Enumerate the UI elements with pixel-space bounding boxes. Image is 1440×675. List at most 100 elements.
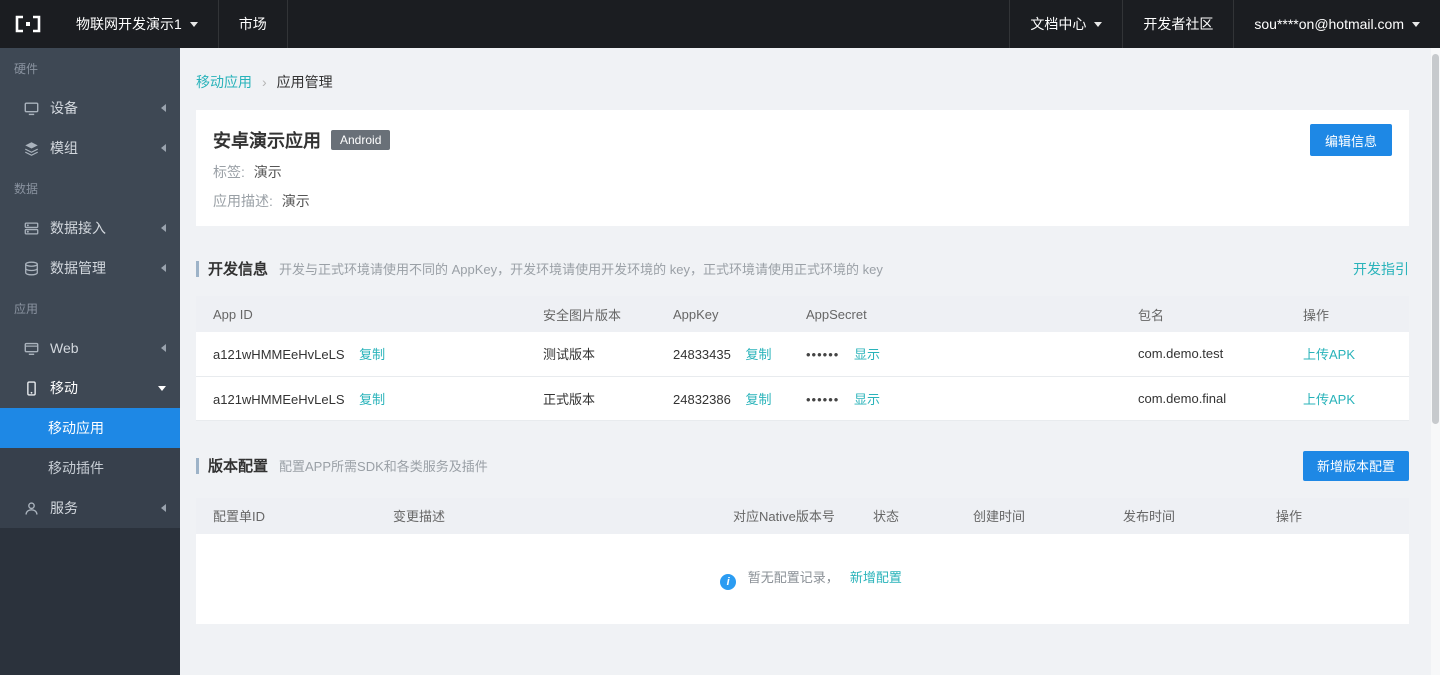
section-accent-bar xyxy=(196,457,199,474)
version-config-header: 版本配置 配置APP所需SDK和各类服务及插件 新增版本配置 xyxy=(196,450,1409,481)
web-monitor-icon xyxy=(24,341,39,356)
sidebar-item-web[interactable]: Web xyxy=(0,328,180,368)
col-status: 状态 xyxy=(856,497,956,534)
table-row: a121wHMMEeHvLeLS 复制 正式版本 24832386 复制 •••… xyxy=(196,376,1409,421)
sidebar-section-app: 应用 xyxy=(14,301,39,316)
security-version-value: 正式版本 xyxy=(543,391,596,407)
product-switcher[interactable]: 物联网开发演示1 xyxy=(56,0,219,48)
appsecret-masked: •••••• xyxy=(806,347,840,363)
main-content: 移动应用 › 应用管理 安卓演示应用 Android 标签: 演示 应用描述: … xyxy=(180,48,1440,675)
copy-appkey-link[interactable]: 复制 xyxy=(745,392,771,407)
sidebar-item-data-access[interactable]: 数据接入 xyxy=(0,208,180,248)
product-name: 物联网开发演示1 xyxy=(76,16,182,32)
sidebar-item-label: 模组 xyxy=(50,140,78,156)
caret-down-icon xyxy=(1412,21,1420,27)
section-accent-bar xyxy=(196,260,199,277)
sidebar-subitem-mobile-plugin[interactable]: 移动插件 xyxy=(0,448,180,488)
doc-center-label: 文档中心 xyxy=(1030,16,1087,32)
phone-icon xyxy=(24,380,39,396)
table-header-row: 配置单ID 变更描述 对应Native版本号 状态 创建时间 发布时间 操作 xyxy=(196,497,1409,534)
copy-appkey-link[interactable]: 复制 xyxy=(745,347,771,362)
show-appsecret-link[interactable]: 显示 xyxy=(854,392,880,407)
topbar: 物联网开发演示1 市场 文档中心 开发者社区 sou****on@hotmail… xyxy=(0,0,1440,48)
add-version-config-button[interactable]: 新增版本配置 xyxy=(1303,450,1409,481)
sidebar-item-service[interactable]: 服务 xyxy=(0,488,180,528)
tag-label: 标签: xyxy=(213,164,245,180)
package-name: com.demo.final xyxy=(1138,390,1227,406)
table-row: a121wHMMEeHvLeLS 复制 测试版本 24833435 复制 •••… xyxy=(196,332,1409,377)
sidebar-filler xyxy=(0,528,180,675)
nav-doc-center[interactable]: 文档中心 xyxy=(1009,0,1122,48)
breadcrumb-separator: › xyxy=(262,74,267,90)
sidebar-item-device[interactable]: 设备 xyxy=(0,88,180,128)
edit-info-button[interactable]: 编辑信息 xyxy=(1310,124,1392,156)
security-version-value: 测试版本 xyxy=(543,347,596,363)
chevron-left-icon xyxy=(161,104,166,112)
version-config-table: 配置单ID 变更描述 对应Native版本号 状态 创建时间 发布时间 操作 i… xyxy=(196,497,1409,624)
database-icon xyxy=(24,261,39,276)
appsecret-masked: •••••• xyxy=(806,391,840,407)
chevron-left-icon xyxy=(161,144,166,152)
dev-guide-link[interactable]: 开发指引 xyxy=(1353,259,1409,279)
upload-apk-link[interactable]: 上传APK xyxy=(1303,347,1355,362)
platform-badge: Android xyxy=(331,130,391,150)
copy-app-id-link[interactable]: 复制 xyxy=(359,392,385,407)
chevron-left-icon xyxy=(161,224,166,232)
chevron-left-icon xyxy=(161,344,166,352)
copy-app-id-link[interactable]: 复制 xyxy=(359,347,385,362)
monitor-icon xyxy=(24,101,39,116)
upload-apk-link[interactable]: 上传APK xyxy=(1303,392,1355,407)
logo-icon xyxy=(15,15,41,33)
sidebar-item-label: 数据管理 xyxy=(50,260,106,276)
col-app-id: App ID xyxy=(196,296,526,332)
desc-label: 应用描述: xyxy=(213,193,273,209)
col-appsecret: AppSecret xyxy=(789,296,1121,332)
app-id-value: a121wHMMEeHvLeLS xyxy=(213,391,345,407)
sidebar-section-data: 数据 xyxy=(14,181,39,196)
col-native-version: 对应Native版本号 xyxy=(716,497,856,534)
user-icon xyxy=(24,501,39,516)
sidebar-item-label: 设备 xyxy=(50,100,78,116)
caret-down-icon xyxy=(189,21,198,27)
chevron-down-icon xyxy=(158,385,166,391)
desc-value: 演示 xyxy=(281,193,310,209)
breadcrumb-current: 应用管理 xyxy=(276,74,333,90)
platform-logo-icon[interactable] xyxy=(0,0,56,48)
col-package: 包名 xyxy=(1121,296,1286,332)
app-title: 安卓演示应用 xyxy=(213,131,321,151)
tag-value: 演示 xyxy=(253,164,282,180)
sidebar-item-mobile[interactable]: 移动 xyxy=(0,368,180,408)
breadcrumb-link-mobile-app[interactable]: 移动应用 xyxy=(196,72,252,92)
add-config-link[interactable]: 新增配置 xyxy=(850,570,902,585)
app-id-value: a121wHMMEeHvLeLS xyxy=(213,347,345,363)
show-appsecret-link[interactable]: 显示 xyxy=(854,347,880,362)
sidebar-subitem-mobile-app[interactable]: 移动应用 xyxy=(0,408,180,448)
chevron-left-icon xyxy=(161,504,166,512)
table-header-row: App ID 安全图片版本 AppKey AppSecret 包名 操作 xyxy=(196,296,1409,332)
col-security-version: 安全图片版本 xyxy=(526,296,656,332)
info-icon: i xyxy=(720,574,737,590)
col-created-time: 创建时间 xyxy=(956,497,1106,534)
chevron-left-icon xyxy=(161,264,166,272)
sidebar-item-label: 服务 xyxy=(50,500,78,516)
version-config-title: 版本配置 xyxy=(208,458,269,475)
empty-state-text: 暂无配置记录， xyxy=(747,570,839,585)
account-email: sou****on@hotmail.com xyxy=(1254,16,1404,32)
nav-developer-community[interactable]: 开发者社区 xyxy=(1122,0,1233,48)
sidebar-item-data-manage[interactable]: 数据管理 xyxy=(0,248,180,288)
nav-market[interactable]: 市场 xyxy=(219,0,288,48)
appkey-value: 24833435 xyxy=(673,347,731,363)
layers-icon xyxy=(24,141,39,156)
sidebar: 硬件 设备 模组 数据 数据接入 数据管理 应用 Web 移动 移动应用 移动插… xyxy=(0,48,180,675)
scrollbar-thumb[interactable] xyxy=(1432,54,1439,424)
account-menu[interactable]: sou****on@hotmail.com xyxy=(1233,0,1440,48)
server-icon xyxy=(24,221,39,236)
sidebar-item-module[interactable]: 模组 xyxy=(0,128,180,168)
col-actions: 操作 xyxy=(1259,497,1409,534)
dev-info-subtitle: 开发与正式环境请使用不同的 AppKey，开发环境请使用开发环境的 key，正式… xyxy=(279,262,883,277)
dev-info-table: App ID 安全图片版本 AppKey AppSecret 包名 操作 a12… xyxy=(196,296,1409,421)
scrollbar-track xyxy=(1431,48,1440,675)
breadcrumb: 移动应用 › 应用管理 xyxy=(196,72,1409,92)
sidebar-item-label: 数据接入 xyxy=(50,220,106,236)
sidebar-section-hardware: 硬件 xyxy=(14,61,39,76)
